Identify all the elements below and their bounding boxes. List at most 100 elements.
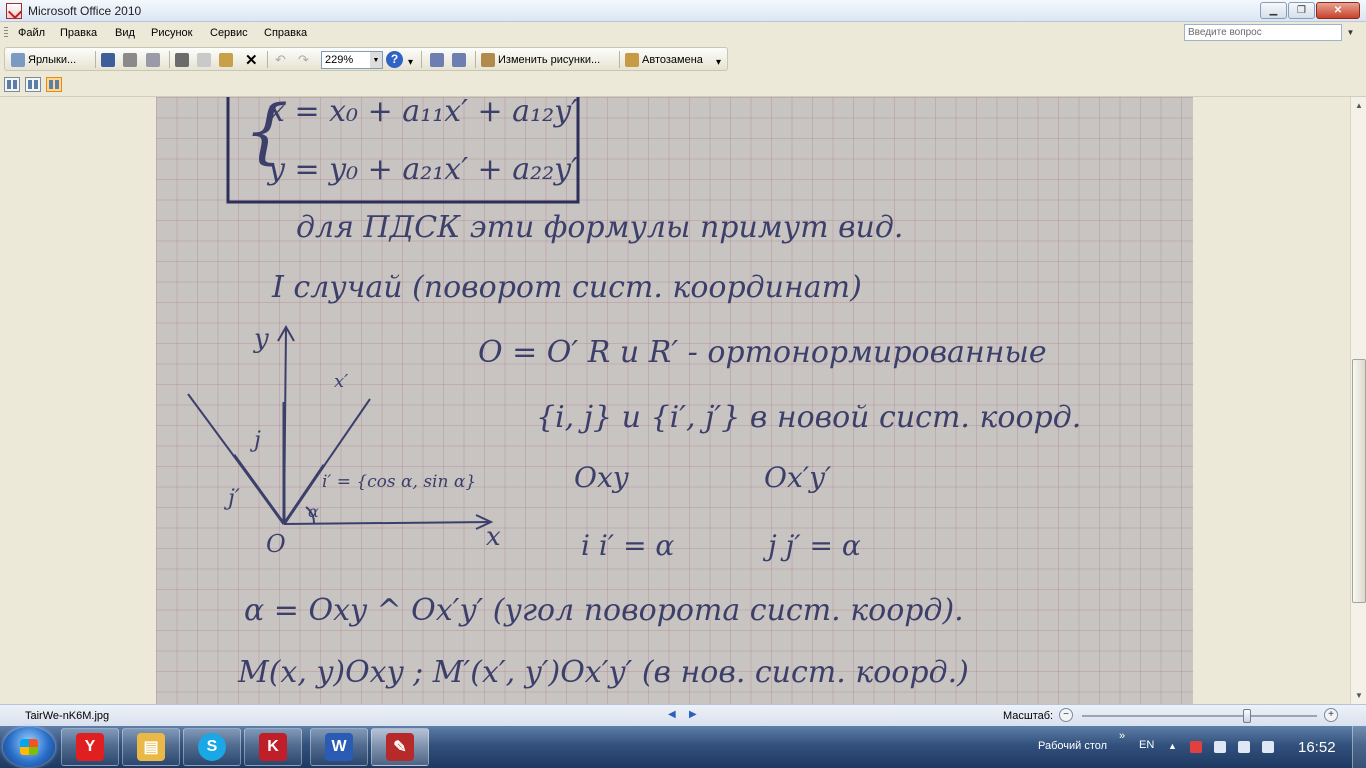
paste-icon[interactable] [219, 53, 233, 67]
j-vector-label: j [249, 428, 261, 453]
windows-logo-icon [20, 739, 38, 755]
zoom-in-icon[interactable]: + [1324, 708, 1338, 722]
note-line: i i′ = α [581, 529, 674, 562]
edit-pictures-button[interactable]: Изменить рисунки... [481, 51, 600, 68]
undo-icon[interactable]: ↶ [275, 52, 286, 68]
skype-icon: S [198, 733, 226, 761]
j-prime-label: j′ [223, 486, 240, 511]
menu-grip-icon[interactable] [4, 27, 8, 39]
toolbar-overflow-icon[interactable]: ▾ [716, 57, 721, 68]
save-icon[interactable] [101, 53, 115, 67]
zoom-select[interactable]: 229% ▼ [321, 51, 383, 69]
redo-icon[interactable]: ↷ [298, 52, 309, 68]
picture-manager-icon: ✎ [386, 733, 414, 761]
filmstrip-view-icon [28, 80, 38, 89]
zoom-slider-thumb[interactable] [1242, 709, 1251, 723]
menu-bar: Файл Правка Вид Рисунок Сервис Справка [0, 23, 1366, 44]
rotate-right-icon[interactable] [452, 53, 466, 67]
note-line: M(x, y)Oxy ; M′(x′, y′)Ox′y′ (в нов. сис… [237, 655, 969, 690]
single-picture-view-icon [49, 80, 59, 89]
clock[interactable]: 16:52 [1298, 739, 1336, 756]
zoom-value: 229% [325, 54, 354, 66]
action-center-icon[interactable] [1190, 741, 1202, 753]
cut-icon[interactable] [175, 53, 189, 67]
toolbar-separator [95, 51, 96, 68]
thumbnail-view-button[interactable] [4, 77, 20, 92]
notebook-photo: x = x₀ + a₁₁x′ + a₁₂y′ y = y₀ + a₂₁x′ + … [156, 97, 1193, 704]
window-controls: ▁ ❐ ✕ [1260, 2, 1360, 19]
toolbar-separator [169, 51, 170, 68]
edit-picture-icon [481, 52, 495, 67]
zoom-slider[interactable] [1082, 715, 1317, 717]
edit-pictures-label: Изменить рисунки... [498, 53, 601, 66]
note-line: O = O′ R и R′ - ортонормированные [478, 335, 1047, 370]
shortcuts-button[interactable]: Ярлыки... [11, 51, 76, 68]
word-icon: W [325, 733, 353, 761]
rotate-left-icon[interactable] [430, 53, 444, 67]
next-picture-icon[interactable]: ▶ [689, 709, 699, 721]
minimize-button[interactable]: ▁ [1260, 2, 1287, 19]
scroll-up-icon[interactable]: ▲ [1353, 99, 1365, 111]
yandex-icon: Y [76, 733, 104, 761]
picture-manager-icon [6, 3, 22, 19]
single-picture-view-button[interactable] [46, 77, 62, 92]
note-line: для ПДСК эти формулы примут вид. [296, 210, 903, 245]
filmstrip-view-button[interactable] [25, 77, 41, 92]
scan-icon[interactable] [146, 53, 160, 67]
usb-device-icon[interactable] [1214, 741, 1226, 753]
taskbar-yandex[interactable]: Y [61, 728, 119, 766]
zoom-out-icon[interactable]: − [1059, 708, 1073, 722]
desktop-toolbar-chevron-icon[interactable]: » [1119, 730, 1125, 742]
help-icon[interactable]: ? [386, 51, 403, 68]
title-bar: Microsoft Office 2010 ▁ ❐ ✕ [0, 0, 1366, 22]
toolbar-separator [267, 51, 268, 68]
network-icon[interactable] [1238, 741, 1250, 753]
show-desktop-button[interactable] [1352, 726, 1366, 768]
desktop-toolbar-label[interactable]: Рабочий стол [1038, 740, 1107, 752]
handwritten-notes: x = x₀ + a₁₁x′ + a₁₂y′ y = y₀ + a₂₁x′ + … [187, 97, 1081, 690]
scroll-down-icon[interactable]: ▼ [1353, 689, 1365, 701]
menu-edit[interactable]: Правка [60, 27, 97, 39]
menu-view[interactable]: Вид [115, 27, 135, 39]
note-line: Oxy [574, 461, 630, 494]
standard-toolbar: Ярлыки... ✕ ↶ ↷ 229% ▼ ? ▾ Изменить рису… [4, 47, 728, 71]
taskbar-skype[interactable]: S [183, 728, 241, 766]
toolbar-overflow-icon[interactable]: ▾ [408, 57, 413, 68]
thumbnail-view-icon [7, 80, 17, 89]
previous-picture-icon[interactable]: ◀ [668, 709, 678, 721]
taskbar: Y ▤ S K W ✎ Рабочий стол » EN ▲ 16:52 [0, 726, 1366, 768]
restore-button[interactable]: ❐ [1288, 2, 1315, 19]
ask-question-input[interactable]: Введите вопрос [1184, 24, 1342, 41]
vertical-scrollbar[interactable]: ▲ ▼ [1350, 97, 1366, 704]
note-line: i′ = {cos α, sin α} [322, 472, 476, 492]
autocorrect-button[interactable]: Автозамена [625, 51, 703, 68]
menu-picture[interactable]: Рисунок [151, 27, 193, 39]
x-axis-label: x [486, 522, 501, 552]
zoom-dropdown-icon[interactable]: ▼ [370, 52, 382, 68]
taskbar-explorer[interactable]: ▤ [122, 728, 180, 766]
menu-file[interactable]: Файл [18, 27, 45, 39]
taskbar-kaspersky[interactable]: K [244, 728, 302, 766]
brace-glyph: { [244, 97, 289, 172]
scrollbar-thumb[interactable] [1352, 359, 1366, 603]
delete-icon[interactable]: ✕ [245, 51, 258, 69]
file-name: TairWe-nK6M.jpg [25, 710, 110, 722]
taskbar-picture-manager[interactable]: ✎ [371, 728, 429, 766]
taskbar-word[interactable]: W [310, 728, 368, 766]
ask-dropdown-icon[interactable]: ▼ [1344, 24, 1357, 41]
note-line: α = Oxy ^ Ox′y′ (угол поворота сист. коо… [244, 593, 964, 628]
copy-icon[interactable] [197, 53, 211, 67]
folder-icon: ▤ [137, 733, 165, 761]
language-indicator[interactable]: EN [1139, 739, 1154, 751]
volume-icon[interactable] [1262, 741, 1274, 753]
view-toolbar [0, 73, 1366, 97]
start-button[interactable] [3, 727, 55, 767]
status-bar: TairWe-nK6M.jpg ◀ ▶ Масштаб: − + [0, 704, 1366, 726]
menu-help[interactable]: Справка [264, 27, 307, 39]
window-title: Microsoft Office 2010 [28, 4, 142, 18]
print-icon[interactable] [123, 53, 137, 67]
tray-expand-icon[interactable]: ▲ [1168, 741, 1177, 751]
menu-tools[interactable]: Сервис [210, 27, 248, 39]
close-button[interactable]: ✕ [1316, 2, 1360, 19]
note-line: {i, j} и {i′, j′} в новой сист. коорд. [536, 400, 1081, 435]
